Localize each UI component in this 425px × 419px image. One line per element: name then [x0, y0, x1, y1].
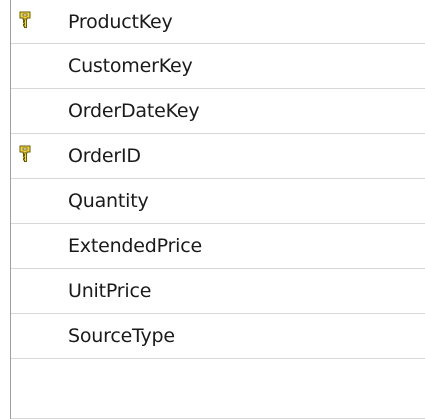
column-row[interactable]: OrderID	[11, 134, 425, 179]
column-name: ProductKey	[68, 10, 173, 33]
table-designer: ProductKey CustomerKey OrderDateKey OrderID…	[0, 0, 425, 419]
column-row[interactable]: CustomerKey	[11, 44, 425, 89]
key-icon	[19, 145, 31, 162]
key-cell[interactable]	[11, 134, 46, 178]
column-row[interactable]: SourceType	[11, 314, 425, 359]
column-row[interactable]: ProductKey	[11, 0, 425, 44]
column-name: CustomerKey	[68, 55, 193, 77]
column-list: ProductKey CustomerKey OrderDateKey OrderID…	[11, 0, 425, 419]
column-row[interactable]: OrderDateKey	[11, 89, 425, 134]
column-name: UnitPrice	[68, 280, 152, 302]
column-row[interactable]: UnitPrice	[11, 269, 425, 314]
key-icon	[19, 11, 31, 28]
key-cell[interactable]	[11, 269, 46, 313]
column-row[interactable]: ExtendedPrice	[11, 224, 425, 269]
empty-new-row[interactable]	[11, 359, 425, 419]
key-cell[interactable]	[11, 314, 46, 358]
key-cell[interactable]	[11, 179, 46, 223]
key-cell[interactable]	[11, 224, 46, 268]
column-name: OrderDateKey	[68, 100, 200, 122]
column-row[interactable]: Quantity	[11, 179, 425, 224]
column-name: Quantity	[68, 190, 149, 212]
key-cell[interactable]	[11, 0, 46, 43]
key-cell[interactable]	[11, 44, 46, 88]
column-name: ExtendedPrice	[68, 235, 202, 257]
column-name: SourceType	[68, 325, 175, 347]
column-name: OrderID	[68, 145, 141, 167]
row-selector-edge	[0, 0, 11, 419]
key-cell[interactable]	[11, 89, 46, 133]
